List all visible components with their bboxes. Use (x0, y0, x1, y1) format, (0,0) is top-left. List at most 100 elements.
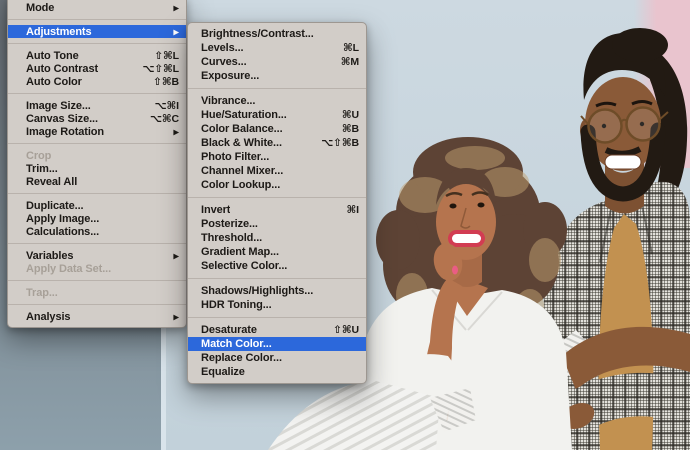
menu-item-label: Trim... (26, 162, 58, 175)
submenu-arrow-icon: ▶ (173, 251, 179, 261)
menu-item-label: Apply Data Set... (26, 262, 112, 275)
menu-item-label: Levels... (201, 42, 244, 54)
menu-item-shortcut: ⇧⌘U (333, 324, 359, 336)
menu-item-curves[interactable]: Curves... ⌘M (188, 55, 366, 69)
menu-item-label: Invert (201, 204, 231, 216)
menu-item-label: Equalize (201, 366, 245, 378)
menu-separator (8, 280, 186, 281)
menu-item-brightness-contrast[interactable]: Brightness/Contrast... (188, 27, 366, 41)
menu-separator (188, 197, 366, 198)
menu-item-label: Gradient Map... (201, 246, 279, 258)
menu-item-shortcut: ⌥⇧⌘L (142, 62, 179, 75)
menu-item-black-white[interactable]: Black & White... ⌥⇧⌘B (188, 136, 366, 150)
menu-item-label: Calculations... (26, 225, 100, 238)
menu-item-label: Threshold... (201, 232, 263, 244)
menu-item-calculations[interactable]: Calculations... (8, 225, 186, 238)
menu-item-auto-contrast[interactable]: Auto Contrast ⌥⇧⌘L (8, 62, 186, 75)
menu-separator (8, 304, 186, 305)
menu-item-apply-data-set: Apply Data Set... (8, 262, 186, 275)
menu-item-equalize[interactable]: Equalize (188, 365, 366, 379)
menu-item-duplicate[interactable]: Duplicate... (8, 199, 186, 212)
menu-item-label: Exposure... (201, 70, 260, 82)
menu-item-label: Photo Filter... (201, 151, 270, 163)
submenu-arrow-icon: ▶ (173, 27, 179, 37)
menu-item-label: Image Size... (26, 99, 91, 112)
menu-item-desaturate[interactable]: Desaturate ⇧⌘U (188, 323, 366, 337)
menu-item-invert[interactable]: Invert ⌘I (188, 203, 366, 217)
menu-item-shadows-highlights[interactable]: Shadows/Highlights... (188, 284, 366, 298)
menu-item-image-rotation[interactable]: Image Rotation ▶ (8, 125, 186, 138)
menu-item-shortcut: ⌘I (346, 204, 360, 216)
menu-item-label: Hue/Saturation... (201, 109, 287, 121)
menu-item-auto-color[interactable]: Auto Color ⇧⌘B (8, 75, 186, 88)
menu-item-levels[interactable]: Levels... ⌘L (188, 41, 366, 55)
menu-item-canvas-size[interactable]: Canvas Size... ⌥⌘C (8, 112, 186, 125)
menu-item-shortcut: ⌘B (341, 123, 359, 135)
menu-item-trim[interactable]: Trim... (8, 162, 186, 175)
menu-item-shortcut: ⇧⌘B (153, 75, 179, 88)
menu-item-label: Channel Mixer... (201, 165, 284, 177)
screenshot-stage: Mode ▶ Adjustments ▶ Auto Tone ⇧⌘L Auto Contra… (0, 0, 690, 450)
menu-item-label: Adjustments (26, 25, 92, 38)
menu-item-label: Canvas Size... (26, 112, 98, 125)
menu-item-selective-color[interactable]: Selective Color... (188, 259, 366, 273)
menu-item-mode[interactable]: Mode ▶ (8, 1, 186, 14)
menu-item-posterize[interactable]: Posterize... (188, 217, 366, 231)
menu-separator (8, 19, 186, 20)
menu-item-label: Auto Contrast (26, 62, 99, 75)
menu-item-color-balance[interactable]: Color Balance... ⌘B (188, 122, 366, 136)
menu-item-auto-tone[interactable]: Auto Tone ⇧⌘L (8, 49, 186, 62)
menu-item-label: Variables (26, 249, 74, 262)
menu-item-reveal-all[interactable]: Reveal All (8, 175, 186, 188)
menu-item-label: Duplicate... (26, 199, 84, 212)
menu-item-match-color[interactable]: Match Color... (188, 337, 366, 351)
menu-item-label: Reveal All (26, 175, 78, 188)
menu-item-hue-saturation[interactable]: Hue/Saturation... ⌘U (188, 108, 366, 122)
menu-item-gradient-map[interactable]: Gradient Map... (188, 245, 366, 259)
menu-item-replace-color[interactable]: Replace Color... (188, 351, 366, 365)
menu-item-label: Analysis (26, 310, 71, 323)
menu-item-label: Auto Color (26, 75, 82, 88)
menu-item-channel-mixer[interactable]: Channel Mixer... (188, 164, 366, 178)
menu-item-label: Color Balance... (201, 123, 283, 135)
menu-item-label: Apply Image... (26, 212, 100, 225)
menu-item-shortcut: ⌘U (341, 109, 359, 121)
menu-item-label: Match Color... (201, 338, 272, 350)
menu-item-shortcut: ⌘M (340, 56, 359, 68)
menu-item-label: HDR Toning... (201, 299, 272, 311)
menu-item-label: Curves... (201, 56, 247, 68)
menu-item-label: Replace Color... (201, 352, 282, 364)
menu-item-shortcut: ⌥⌘C (149, 112, 179, 125)
menu-item-vibrance[interactable]: Vibrance... (188, 94, 366, 108)
menu-item-apply-image[interactable]: Apply Image... (8, 212, 186, 225)
menu-item-label: Trap... (26, 286, 58, 299)
menu-separator (188, 278, 366, 279)
menu-item-color-lookup[interactable]: Color Lookup... (188, 178, 366, 192)
menu-item-variables[interactable]: Variables ▶ (8, 249, 186, 262)
menu-separator (188, 317, 366, 318)
menu-item-label: Image Rotation (26, 125, 105, 138)
menu-separator (8, 143, 186, 144)
menu-item-label: Posterize... (201, 218, 258, 230)
menu-item-exposure[interactable]: Exposure... (188, 69, 366, 83)
menu-item-label: Selective Color... (201, 260, 288, 272)
menu-item-label: Mode (26, 1, 55, 14)
submenu-arrow-icon: ▶ (173, 3, 179, 13)
menu-separator (188, 88, 366, 89)
menu-item-hdr-toning[interactable]: HDR Toning... (188, 298, 366, 312)
menu-separator (8, 93, 186, 94)
menu-item-label: Auto Tone (26, 49, 79, 62)
menu-item-photo-filter[interactable]: Photo Filter... (188, 150, 366, 164)
menu-item-label: Vibrance... (201, 95, 256, 107)
menu-item-trap: Trap... (8, 286, 186, 299)
menu-item-threshold[interactable]: Threshold... (188, 231, 366, 245)
menu-item-adjustments[interactable]: Adjustments ▶ (8, 25, 186, 38)
menu-separator (8, 43, 186, 44)
menu-item-label: Desaturate (201, 324, 257, 336)
menu-item-analysis[interactable]: Analysis ▶ (8, 310, 186, 323)
submenu-arrow-icon: ▶ (173, 127, 179, 137)
menu-item-label: Color Lookup... (201, 179, 281, 191)
menu-separator (8, 243, 186, 244)
menu-item-image-size[interactable]: Image Size... ⌥⌘I (8, 99, 186, 112)
menu-item-label: Shadows/Highlights... (201, 285, 314, 297)
